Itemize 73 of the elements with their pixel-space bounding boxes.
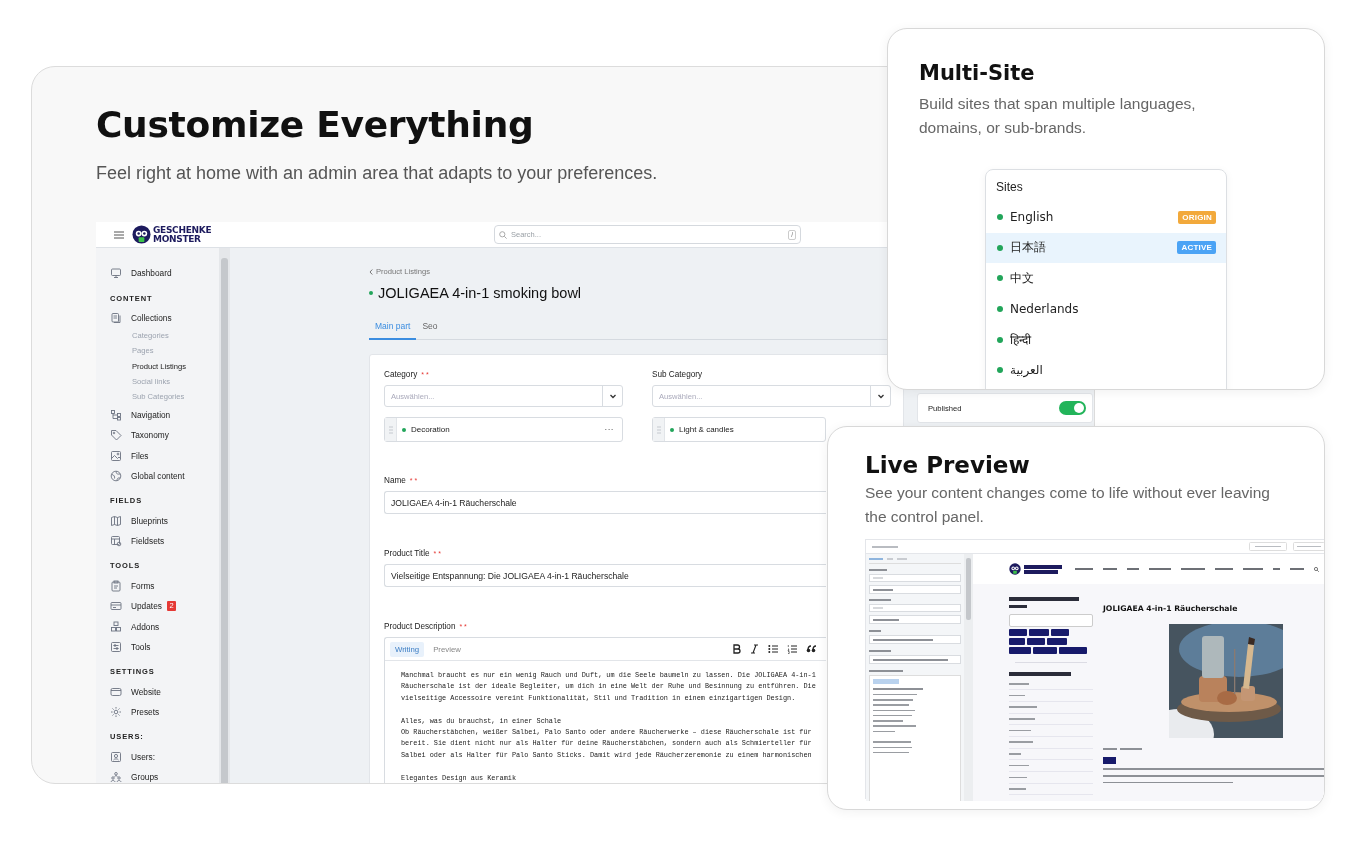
- clipboard-icon: [110, 579, 122, 592]
- scrollbar[interactable]: [219, 248, 230, 783]
- layout-icon: [110, 535, 122, 548]
- more-button[interactable]: ···: [596, 425, 622, 434]
- site-item[interactable]: Nederlands: [986, 293, 1226, 325]
- card-icon: [110, 600, 122, 613]
- site-item[interactable]: English ORIGIN: [986, 202, 1226, 233]
- card-description: Build sites that span multiple languages, domains, or sub-brands.: [919, 94, 1197, 138]
- sidebar-item[interactable]: Website: [110, 681, 210, 702]
- site-item[interactable]: العربية: [986, 354, 1226, 386]
- document-icon: [110, 311, 122, 324]
- numbered-list-icon: [787, 644, 797, 654]
- hierarchy-icon: [110, 408, 122, 421]
- scrollbar[interactable]: [964, 554, 973, 801]
- image-icon: [110, 449, 122, 462]
- sidebar-item[interactable]: Users:: [110, 746, 210, 767]
- tag-icon: [110, 429, 122, 442]
- cubes-icon: [110, 620, 122, 633]
- selected-item[interactable]: Light & candles: [652, 417, 826, 442]
- selected-item[interactable]: Decoration ···: [384, 417, 623, 442]
- italic-icon: [750, 644, 759, 654]
- logo-text: GESCHENKE: [153, 226, 212, 235]
- field-label: Sub Category: [652, 370, 703, 379]
- field-label: Name: [384, 476, 406, 485]
- page-heading: Customize Everything: [96, 103, 534, 147]
- map-icon: [110, 514, 122, 527]
- settings-icon: [110, 706, 122, 719]
- site-badge: ORIGIN: [1178, 210, 1216, 224]
- site-item[interactable]: हिन्दी: [986, 324, 1226, 355]
- sliders-icon: [110, 641, 122, 654]
- site-badge: ACTIVE: [1177, 241, 1216, 255]
- group-icon: [110, 771, 122, 783]
- card-title: Live Preview: [865, 451, 1030, 479]
- sidebar-item[interactable]: Tools: [110, 637, 210, 658]
- toggle-switch[interactable]: [1059, 401, 1086, 415]
- text-field[interactable]: JOLIGAEA 4-in-1 Räucherschale: [384, 491, 826, 514]
- user-icon: [110, 750, 122, 763]
- text-field[interactable]: Vielseitige Entspannung: Die JOLIGAEA 4-in-1 Räucherschale: [384, 564, 826, 587]
- quote-icon: [806, 644, 816, 654]
- card-description: See your content changes come to life without ever leaving the control panel.: [865, 483, 1271, 527]
- tab[interactable]: Seo: [416, 313, 444, 340]
- site-item[interactable]: 中文: [986, 263, 1226, 294]
- sidebar-item[interactable]: Dashboard: [110, 263, 210, 284]
- sidebar-item[interactable]: Fieldsets: [110, 531, 210, 552]
- dropdown-heading: Sites: [996, 180, 1023, 194]
- page-subtitle: Feel right at home with an admin area that adapts to your preferences.: [96, 162, 658, 185]
- monitor-icon: [110, 267, 122, 280]
- search-icon: [499, 230, 507, 239]
- bold-icon: [732, 644, 741, 654]
- card-title: Multi-Site: [919, 60, 1035, 87]
- sidebar-item[interactable]: Blueprints: [110, 510, 210, 531]
- bullet-list-icon: [768, 644, 778, 654]
- window-icon: [110, 685, 122, 698]
- site-item[interactable]: 日本語 ACTIVE: [986, 232, 1226, 264]
- sidebar-item[interactable]: Addons: [110, 616, 210, 637]
- sidebar-item[interactable]: Forms: [110, 575, 210, 596]
- logo-text: MONSTER: [153, 234, 202, 243]
- sidebar-item[interactable]: Navigation: [110, 404, 210, 425]
- menu-icon: [114, 230, 124, 239]
- page-title: JOLIGAEA 4-in-1 smoking bowl: [378, 285, 582, 301]
- sidebar-item[interactable]: Collections: [110, 307, 210, 328]
- globe-icon: [110, 470, 122, 483]
- chevron-left-icon: [369, 268, 373, 275]
- field-label: Product Description: [384, 622, 456, 631]
- field-label: Category: [384, 370, 418, 379]
- markdown-editor[interactable]: [384, 637, 826, 783]
- field-label: Product Title: [384, 549, 430, 558]
- owl-logo-icon: [132, 225, 151, 244]
- sidebar-item[interactable]: Taxonomy: [110, 425, 210, 446]
- sidebar-item[interactable]: Files: [110, 445, 210, 466]
- sidebar-item[interactable]: Groups: [110, 767, 210, 783]
- sidebar-item[interactable]: Global content: [110, 466, 210, 487]
- sidebar-item[interactable]: Presets: [110, 702, 210, 723]
